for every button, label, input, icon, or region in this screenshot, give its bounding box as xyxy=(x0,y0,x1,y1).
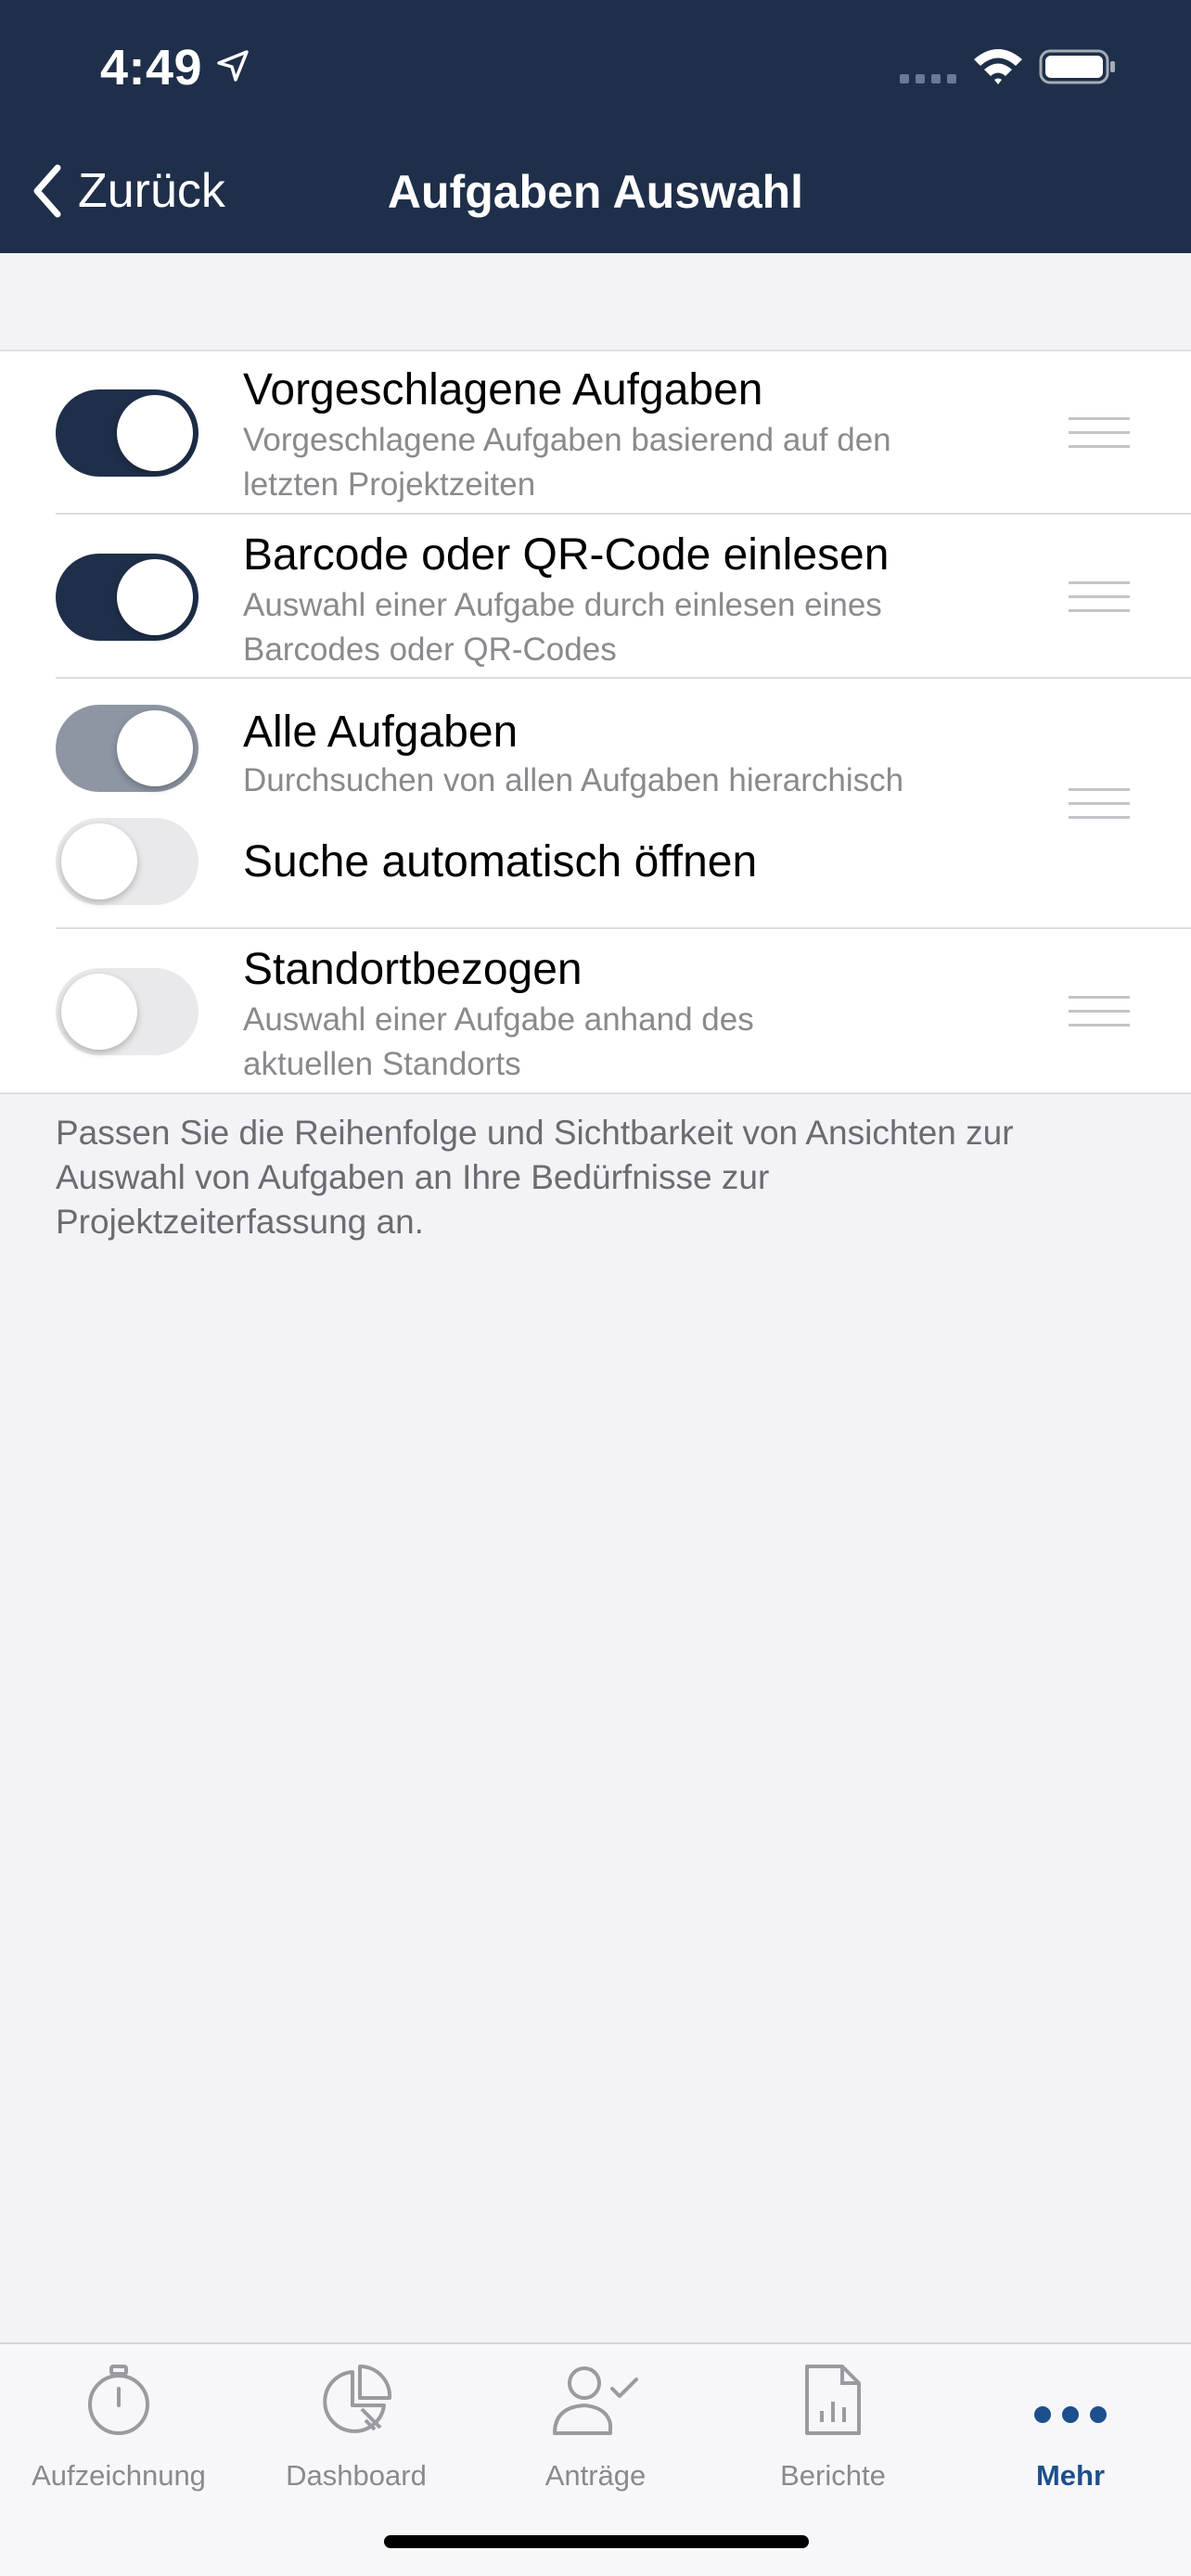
tab-aufzeichnung[interactable]: Aufzeichnung xyxy=(0,2344,237,2511)
row-title: Vorgeschlagene Aufgaben xyxy=(243,365,763,414)
home-indicator xyxy=(384,2535,809,2548)
list-item: Alle Aufgaben Durchsuchen von allen Aufg… xyxy=(0,679,1191,929)
status-time: 4:49 xyxy=(100,40,203,96)
tab-mehr[interactable]: Mehr xyxy=(952,2344,1189,2511)
navigation-header: 4:49 Zurück Aufgaben Auswahl xyxy=(0,0,1191,253)
more-dots-icon xyxy=(1034,2406,1107,2423)
toggle-open-search-automatically[interactable] xyxy=(56,818,198,905)
row-subtitle: Vorgeschlagene Aufgaben basierend auf de… xyxy=(243,422,891,503)
row-subtitle: Durchsuchen von allen Aufgaben hierarchi… xyxy=(243,762,904,798)
sub-option-title: Suche automatisch öffnen xyxy=(243,837,758,886)
row-title: Alle Aufgaben xyxy=(243,708,519,757)
drag-handle-icon[interactable] xyxy=(1069,581,1130,613)
row-subtitle: Auswahl einer Aufgabe durch einlesen ein… xyxy=(243,587,882,668)
drag-handle-icon[interactable] xyxy=(1069,788,1130,820)
list-item: Vorgeschlagene Aufgaben Vorgeschlagene A… xyxy=(0,351,1191,515)
task-selection-list: Vorgeschlagene Aufgaben Vorgeschlagene A… xyxy=(0,350,1191,1094)
wifi-icon xyxy=(974,49,1022,84)
pie-chart-icon xyxy=(323,2364,392,2433)
tab-dashboard[interactable]: Dashboard xyxy=(237,2344,475,2511)
footer-note: Passen Sie die Reihenfolge und Sichtbark… xyxy=(56,1114,1014,1241)
row-title: Barcode oder QR-Code einlesen xyxy=(243,530,890,580)
tab-antraege[interactable]: Anträge xyxy=(477,2344,714,2511)
drag-handle-icon[interactable] xyxy=(1069,996,1130,1027)
page-title: Aufgaben Auswahl xyxy=(387,166,804,218)
report-icon xyxy=(805,2365,861,2435)
stopwatch-icon xyxy=(88,2365,149,2435)
battery-icon xyxy=(1039,49,1115,84)
user-check-icon xyxy=(553,2366,638,2435)
drag-handle-icon[interactable] xyxy=(1069,417,1130,449)
cellular-signal-icon xyxy=(900,74,956,83)
list-item: Standortbezogen Auswahl einer Aufgabe an… xyxy=(0,929,1191,1092)
tab-berichte[interactable]: Berichte xyxy=(714,2344,952,2511)
toggle-suggested-tasks[interactable] xyxy=(56,389,198,477)
toggle-all-tasks[interactable] xyxy=(56,705,198,792)
row-subtitle: Auswahl einer Aufgabe anhand des aktuelle… xyxy=(243,1001,754,1082)
row-title: Standortbezogen xyxy=(243,945,583,994)
location-arrow-icon xyxy=(217,50,249,82)
list-item: Barcode oder QR-Code einlesen Auswahl ei… xyxy=(0,515,1191,679)
toggle-barcode-scan[interactable] xyxy=(56,554,198,641)
toggle-location-based[interactable] xyxy=(56,968,198,1055)
